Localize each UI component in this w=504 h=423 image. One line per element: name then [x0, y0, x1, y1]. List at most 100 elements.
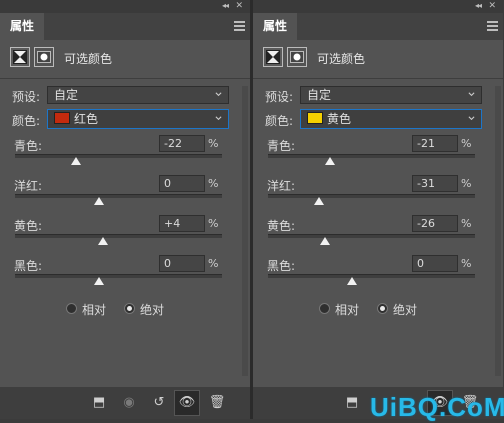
collapse-icon[interactable]: ◂◂: [475, 1, 482, 10]
magenta-slider-thumb[interactable]: [314, 197, 325, 205]
preset-value: 自定: [307, 88, 332, 102]
percent-label: %: [208, 177, 219, 190]
panel-top-strip: ◂◂ ✕: [253, 0, 503, 13]
magenta-label: 洋红:: [267, 179, 296, 193]
percent-label: %: [461, 217, 472, 230]
chevron-down-icon: [468, 116, 475, 121]
clip-to-layer-icon[interactable]: ⬒: [90, 394, 108, 412]
cyan-slider-thumb[interactable]: [324, 157, 335, 165]
black-slider-track[interactable]: [268, 274, 475, 278]
percent-label: %: [208, 257, 219, 270]
percent-label: %: [461, 257, 472, 270]
magenta-input[interactable]: 0: [159, 175, 205, 192]
color-swatch: [54, 112, 70, 124]
mask-icon[interactable]: [34, 47, 54, 67]
cyan-input[interactable]: -22: [159, 135, 205, 152]
yellow-slider-track[interactable]: [15, 234, 222, 238]
color-swatch: [307, 112, 323, 124]
colors-value: 红色: [74, 112, 99, 126]
colors-label: 颜色:: [265, 114, 294, 128]
cyan-label: 青色:: [14, 139, 43, 153]
preset-select[interactable]: 自定: [300, 86, 482, 104]
absolute-label: 绝对: [393, 303, 418, 317]
black-slider-thumb[interactable]: [93, 277, 104, 285]
reset-icon[interactable]: ↺: [150, 394, 168, 412]
black-input[interactable]: 0: [412, 255, 458, 272]
trash-icon[interactable]: 🗑: [208, 394, 226, 412]
colors-select[interactable]: 红色: [47, 109, 229, 129]
cyan-slider-track[interactable]: [15, 154, 222, 158]
preset-label: 预设:: [12, 90, 41, 104]
close-icon[interactable]: ✕: [235, 1, 243, 11]
black-label: 黑色:: [14, 259, 43, 273]
relative-label: 相对: [335, 303, 360, 317]
radio-dot-selected: [124, 303, 135, 314]
panel-top-strip: ◂◂ ✕: [0, 0, 250, 13]
preset-select[interactable]: 自定: [47, 86, 229, 104]
collapse-icon[interactable]: ◂◂: [222, 1, 229, 10]
radio-dot: [319, 303, 330, 314]
colors-select[interactable]: 黄色: [300, 109, 482, 129]
yellow-label: 黄色:: [14, 219, 43, 233]
cyan-slider-thumb[interactable]: [70, 157, 81, 165]
divider: [0, 78, 250, 79]
divider: [253, 78, 503, 79]
yellow-label: 黄色:: [267, 219, 296, 233]
magenta-slider-track[interactable]: [15, 194, 222, 198]
radio-dot-selected: [377, 303, 388, 314]
percent-label: %: [461, 177, 472, 190]
clip-to-layer-icon[interactable]: ⬒: [343, 394, 361, 412]
yellow-slider-track[interactable]: [268, 234, 475, 238]
tab-properties[interactable]: 属性: [253, 13, 297, 40]
black-input[interactable]: 0: [159, 255, 205, 272]
adjustment-title: 可选颜色: [64, 52, 113, 66]
tab-bar: 属性: [253, 13, 503, 40]
black-slider-thumb[interactable]: [346, 277, 357, 285]
adjustment-title: 可选颜色: [317, 52, 366, 66]
properties-panel-right: ◂◂ ✕ 属性 可选颜色 预设: 自定 颜色: 黄色 青色: -21 % 洋红:…: [253, 0, 503, 419]
black-slider-track[interactable]: [15, 274, 222, 278]
yellow-input[interactable]: -26: [412, 215, 458, 232]
chevron-down-icon: [215, 92, 222, 97]
mask-icon[interactable]: [287, 47, 307, 67]
adjustment-header: 可选颜色: [263, 47, 503, 73]
scrollbar[interactable]: [242, 86, 248, 376]
panel-menu-icon[interactable]: [234, 21, 245, 31]
properties-panel-left: ◂◂ ✕ 属性 可选颜色 预设: 自定 颜色: 红色 青色: -22 % 洋红:…: [0, 0, 250, 419]
tab-properties[interactable]: 属性: [0, 13, 44, 40]
scrollbar[interactable]: [495, 86, 501, 376]
black-label: 黑色:: [267, 259, 296, 273]
visibility-toggle-icon[interactable]: ◉: [120, 394, 138, 412]
percent-label: %: [461, 137, 472, 150]
preset-label: 预设:: [265, 90, 294, 104]
yellow-slider-thumb[interactable]: [319, 237, 330, 245]
cyan-input[interactable]: -21: [412, 135, 458, 152]
tab-bar: 属性: [0, 13, 250, 40]
panel-footer: ⬒ ◉ ↺ 👁 🗑: [0, 387, 250, 419]
watermark: UiBQ.CoM: [370, 392, 504, 422]
magenta-input[interactable]: -31: [412, 175, 458, 192]
magenta-slider-track[interactable]: [268, 194, 475, 198]
chevron-down-icon: [215, 116, 222, 121]
preset-value: 自定: [54, 88, 79, 102]
percent-label: %: [208, 217, 219, 230]
cyan-label: 青色:: [267, 139, 296, 153]
colors-label: 颜色:: [12, 114, 41, 128]
yellow-slider-thumb[interactable]: [97, 237, 108, 245]
adjustment-icon[interactable]: [10, 47, 30, 67]
yellow-input[interactable]: +4: [159, 215, 205, 232]
adjustment-icon[interactable]: [263, 47, 283, 67]
close-icon[interactable]: ✕: [488, 1, 496, 11]
radio-dot: [66, 303, 77, 314]
eye-icon[interactable]: 👁: [174, 390, 200, 416]
relative-label: 相对: [82, 303, 107, 317]
magenta-slider-thumb[interactable]: [93, 197, 104, 205]
magenta-label: 洋红:: [14, 179, 43, 193]
colors-value: 黄色: [327, 112, 352, 126]
chevron-down-icon: [468, 92, 475, 97]
percent-label: %: [208, 137, 219, 150]
absolute-label: 绝对: [140, 303, 165, 317]
cyan-slider-track[interactable]: [268, 154, 475, 158]
adjustment-header: 可选颜色: [10, 47, 250, 73]
panel-menu-icon[interactable]: [487, 21, 498, 31]
